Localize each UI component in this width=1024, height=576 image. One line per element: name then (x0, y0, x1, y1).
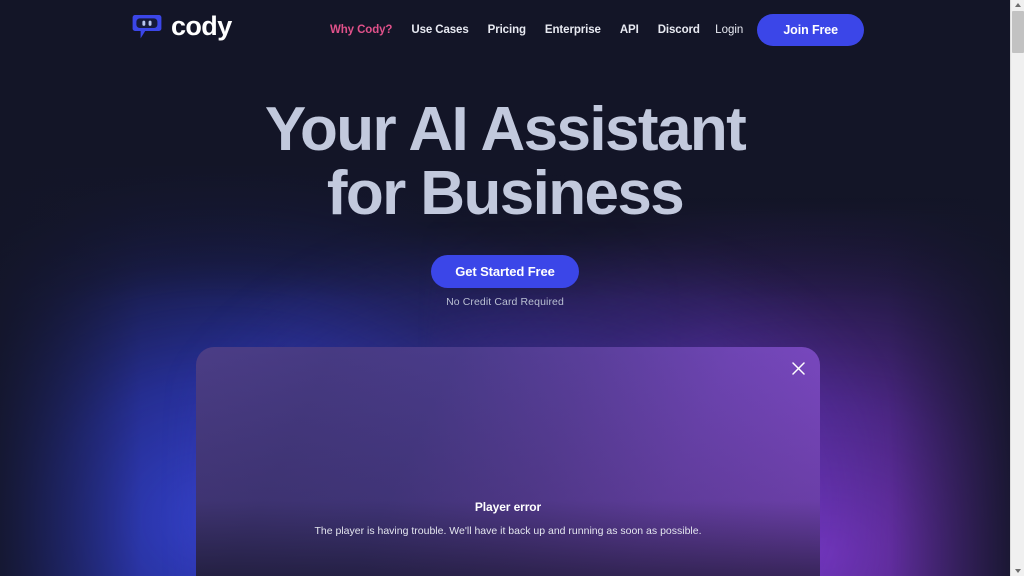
nav-link-use-cases[interactable]: Use Cases (411, 24, 468, 36)
scrollbar-thumb[interactable] (1012, 11, 1024, 53)
nav-link-why-cody[interactable]: Why Cody? (330, 24, 392, 36)
scroll-up-arrow-icon[interactable] (1011, 0, 1024, 10)
hero-title-line-2: for Business (326, 158, 685, 228)
nav-links: Why Cody? Use Cases Pricing Enterprise A… (330, 24, 700, 36)
hero-title-line-1: Your AI Assistant (264, 95, 747, 164)
nav-link-discord[interactable]: Discord (658, 24, 700, 36)
nav-link-pricing[interactable]: Pricing (488, 24, 526, 36)
video-player-card[interactable]: Player error The player is having troubl… (196, 347, 820, 576)
get-started-free-button[interactable]: Get Started Free (431, 255, 579, 288)
hero-title: Your AI Assistant for Business (0, 98, 1010, 226)
join-free-button[interactable]: Join Free (757, 14, 864, 46)
player-error-block: Player error The player is having troubl… (196, 500, 820, 540)
player-close-button[interactable] (785, 355, 811, 381)
cody-chat-bubble-icon (132, 15, 162, 39)
main-navbar: cody Why Cody? Use Cases Pricing Enterpr… (0, 0, 1010, 60)
page-root: cody Why Cody? Use Cases Pricing Enterpr… (0, 0, 1024, 576)
login-link[interactable]: Login (715, 24, 743, 36)
brand-logo[interactable]: cody (132, 13, 232, 40)
player-error-message: The player is having trouble. We'll have… (314, 525, 702, 537)
scroll-down-arrow-icon[interactable] (1011, 566, 1024, 576)
page-scrollbar[interactable] (1010, 0, 1024, 576)
hero-cta-group: Get Started Free No Credit Card Required (0, 255, 1010, 308)
nav-actions: Login Join Free (715, 14, 864, 46)
hero-section: Your AI Assistant for Business (0, 98, 1010, 226)
brand-name: cody (171, 11, 232, 41)
player-error-title: Player error (474, 500, 542, 514)
cta-note: No Credit Card Required (446, 296, 564, 308)
nav-link-api[interactable]: API (620, 24, 639, 36)
browser-viewport: cody Why Cody? Use Cases Pricing Enterpr… (0, 0, 1010, 576)
nav-link-enterprise[interactable]: Enterprise (545, 24, 601, 36)
close-icon (791, 361, 805, 375)
